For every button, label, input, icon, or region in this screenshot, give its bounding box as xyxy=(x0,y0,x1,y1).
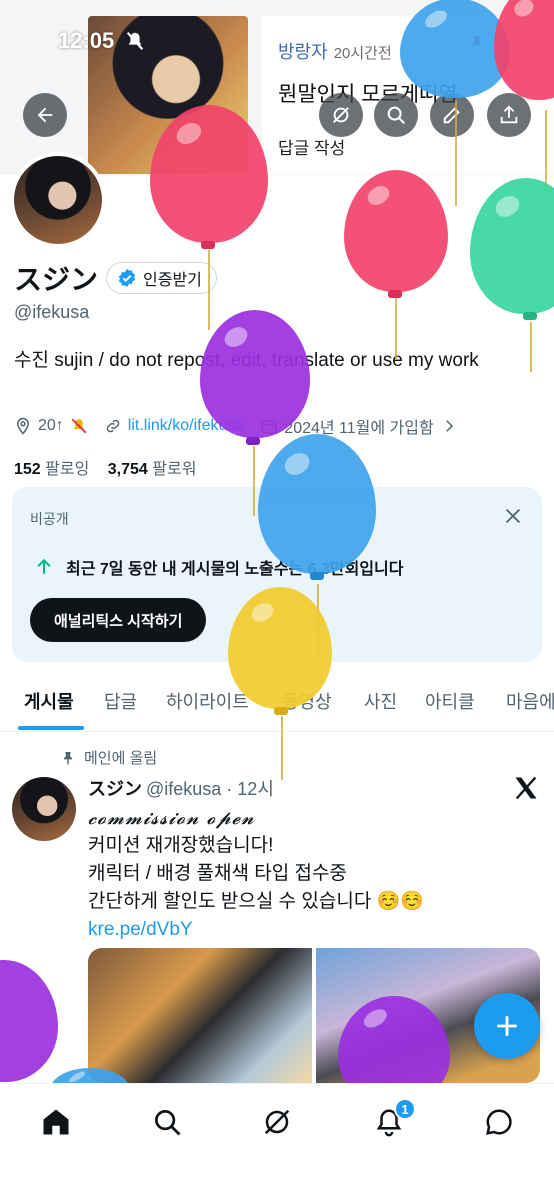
profile-joined: 2024년 11월에 가입함 xyxy=(260,414,457,438)
nav-messages[interactable] xyxy=(479,1102,519,1142)
location-text: 20↑ xyxy=(38,417,64,434)
tab-replies[interactable]: 답글 xyxy=(104,688,137,714)
share-button[interactable] xyxy=(487,93,531,137)
pinned-label: 메인에 올림 xyxy=(60,747,157,768)
post-image-1[interactable] xyxy=(88,948,312,1083)
profile-tabs: 게시물 답글 하이라이트 동영상 사진 아티클 마음에 xyxy=(0,670,554,732)
plus-icon xyxy=(497,1016,517,1036)
banner-reply: 답글 작성 xyxy=(278,139,346,158)
followers-count: 3,754 xyxy=(107,461,148,478)
wifi-icon xyxy=(436,31,460,48)
post-header: スジン @ifekusa · 12시 xyxy=(88,775,274,801)
notification-badge: 1 xyxy=(394,1098,416,1120)
post-media xyxy=(88,948,540,1083)
search-button[interactable] xyxy=(374,93,418,137)
start-analytics-button[interactable]: 애널리틱스 시작하기 xyxy=(30,598,207,642)
get-verified-button[interactable]: 인증받기 xyxy=(106,262,217,294)
banner-text: 뭔말인지 모르게떠염 xyxy=(278,83,458,106)
profile-avatar[interactable] xyxy=(10,152,106,248)
close-icon[interactable] xyxy=(502,505,524,527)
bottom-nav: 1 xyxy=(0,1083,554,1200)
search-icon xyxy=(155,1110,181,1136)
get-verified-label: 인증받기 xyxy=(143,272,202,289)
post-line-2: 커미션 재개장했습니다! xyxy=(88,835,274,856)
analytics-card: 비공개 최근 7일 동안 내 게시물의 노출수는 6.3만회입니다 애널리틱스 … xyxy=(12,487,542,662)
post-body: 𝓬𝓸𝓶𝓶𝓲𝓼𝓼𝓲𝓸𝓷 𝓸𝓹𝓮𝓷 커미션 재개장했습니다! 캐릭터 / 배경 풀채… xyxy=(88,804,538,944)
balloon-pink-right xyxy=(344,170,448,292)
compose-button[interactable] xyxy=(474,993,540,1059)
calendar-icon xyxy=(261,420,277,434)
signal-icon xyxy=(404,32,426,48)
following-link[interactable]: 152 팔로잉 xyxy=(14,461,89,478)
followers-link[interactable]: 3,754 팔로워 xyxy=(108,461,197,478)
profile-location: 20↑ xyxy=(14,417,88,435)
messages-icon xyxy=(486,1109,512,1135)
home-icon xyxy=(43,1109,69,1135)
website-link[interactable]: lit.link/ko/ifekusa xyxy=(128,417,245,435)
pinned-text: 메인에 올림 xyxy=(84,750,158,767)
tab-posts[interactable]: 게시물 xyxy=(24,688,74,714)
balloon-knot xyxy=(523,312,537,320)
x-logo-icon xyxy=(515,776,537,800)
tab-likes[interactable]: 마음에 xyxy=(506,688,554,714)
post-link[interactable]: kre.pe/dVbY xyxy=(88,916,538,944)
profile-name: スジン xyxy=(14,264,99,295)
balloon-knot xyxy=(246,437,260,445)
tab-highlights[interactable]: 하이라이트 xyxy=(166,688,249,714)
back-button[interactable] xyxy=(23,93,67,137)
analytics-card-label: 비공개 xyxy=(30,511,69,527)
following-count: 152 xyxy=(14,461,41,478)
tab-videos[interactable]: 동영상 xyxy=(282,688,332,714)
silent-mode-icon xyxy=(126,32,144,50)
tab-photos[interactable]: 사진 xyxy=(364,688,397,714)
following-label: 팔로잉 xyxy=(45,461,90,478)
edit-button[interactable] xyxy=(430,93,474,137)
active-tab-indicator xyxy=(18,726,84,730)
balloon-knot xyxy=(201,241,215,249)
post-avatar[interactable] xyxy=(12,777,76,841)
nav-grok[interactable] xyxy=(257,1102,297,1142)
analytics-stat-text: 최근 7일 동안 내 게시물의 노출수는 6.3만회입니다 xyxy=(66,561,404,578)
edit-icon xyxy=(443,107,460,124)
grok-button[interactable] xyxy=(319,93,363,137)
share-icon xyxy=(500,105,518,124)
grok-icon xyxy=(264,1109,290,1135)
post-line-commission: 𝓬𝓸𝓶𝓶𝓲𝓼𝓼𝓲𝓸𝓷 𝓸𝓹𝓮𝓷 xyxy=(88,807,255,829)
follow-stats: 152 팔로잉 3,754 팔로워 xyxy=(14,455,196,479)
post-line-3: 캐릭터 / 배경 풀채색 타입 접수중 xyxy=(88,863,347,884)
nav-home[interactable] xyxy=(36,1102,76,1142)
tab-articles[interactable]: 아티클 xyxy=(425,688,475,714)
muted-bell-icon xyxy=(71,418,87,434)
post-author-handle: @ifekusa · 12시 xyxy=(146,779,274,799)
back-arrow-icon xyxy=(37,107,53,123)
search-icon xyxy=(387,106,405,124)
pin-icon xyxy=(64,751,72,765)
joined-text: 2024년 11월에 가입함 xyxy=(284,420,434,437)
profile-bio: 수진 sujin / do not repost, edit, translat… xyxy=(14,350,479,371)
analytics-stat: 최근 7일 동안 내 게시물의 노출수는 6.3만회입니다 xyxy=(34,555,404,579)
profile-website[interactable]: lit.link/ko/ifekusa xyxy=(104,417,245,435)
post-line-4: 간단하게 할인도 받으실 수 있습니다 ☺️☺️ xyxy=(88,891,424,912)
status-bar: 12:05 xyxy=(0,0,554,80)
grok-icon xyxy=(333,107,349,123)
post-author-name[interactable]: スジン xyxy=(88,779,142,799)
link-icon xyxy=(106,419,120,433)
balloon-knot xyxy=(388,290,402,298)
profile-meta: 20↑ lit.link/ko/ifekusa 2024년 11월에 가입함 xyxy=(14,414,474,438)
status-time: 12:05 xyxy=(58,28,115,53)
arrow-up-icon xyxy=(37,558,51,574)
followers-label: 팔로워 xyxy=(152,461,197,478)
balloon-green xyxy=(470,178,554,314)
profile-handle: @ifekusa xyxy=(14,302,90,322)
verified-icon xyxy=(118,268,136,288)
chevron-right-icon[interactable] xyxy=(440,417,458,435)
location-icon xyxy=(16,417,30,435)
battery-icon xyxy=(470,32,504,49)
nav-search[interactable] xyxy=(147,1102,187,1142)
balloon-purple-bottom-left xyxy=(0,960,58,1082)
